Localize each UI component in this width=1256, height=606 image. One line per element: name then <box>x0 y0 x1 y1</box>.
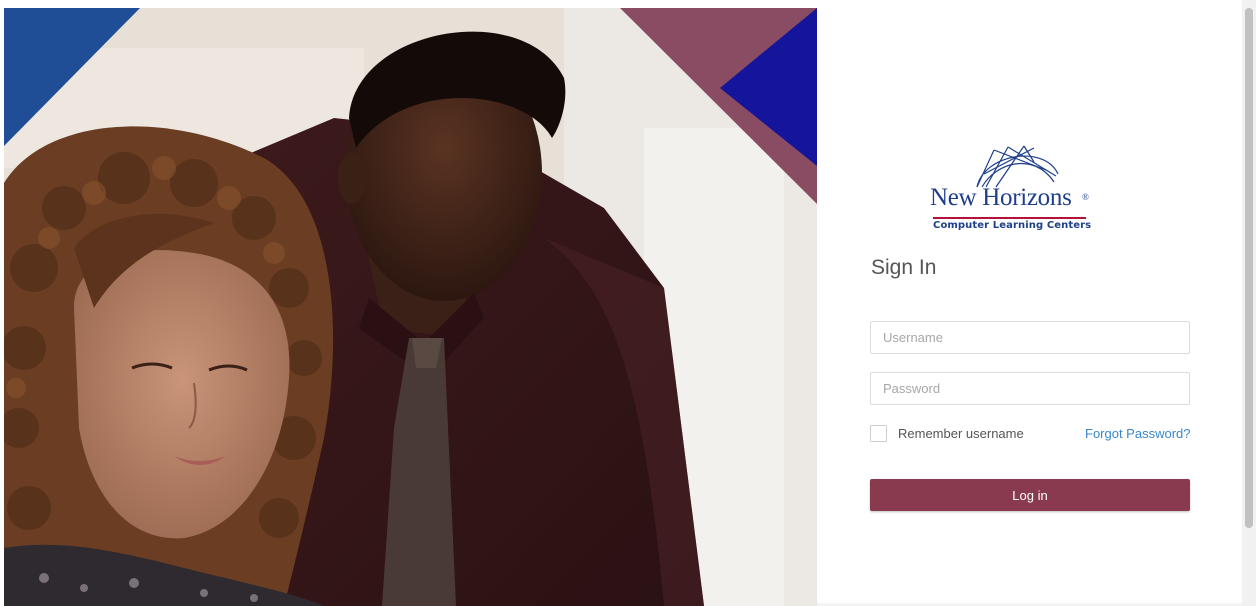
logo-rule <box>933 217 1086 219</box>
username-input[interactable] <box>870 321 1190 354</box>
brand-tagline: Computer Learning Centers <box>933 220 1092 231</box>
remember-username-label: Remember username <box>898 425 1024 441</box>
globe-icon <box>976 145 1059 188</box>
password-input[interactable] <box>870 372 1190 405</box>
login-button[interactable]: Log in <box>870 479 1190 511</box>
forgot-password-link[interactable]: Forgot Password? <box>1085 426 1191 441</box>
hero-photo-illustration <box>4 8 817 606</box>
login-page: New Horizons ® Computer Learning Centers… <box>0 0 1256 606</box>
brand-name: New Horizons <box>930 184 1072 211</box>
remember-username-option[interactable]: Remember username <box>870 424 1024 442</box>
scrollbar-thumb[interactable] <box>1245 8 1253 528</box>
registered-mark: ® <box>1082 192 1089 202</box>
sign-in-heading: Sign In <box>871 256 937 279</box>
new-horizons-logo: New Horizons ® Computer Learning Centers <box>930 144 1092 236</box>
hero-image <box>4 8 817 606</box>
remember-username-checkbox[interactable] <box>870 424 887 442</box>
login-panel <box>817 0 1242 606</box>
